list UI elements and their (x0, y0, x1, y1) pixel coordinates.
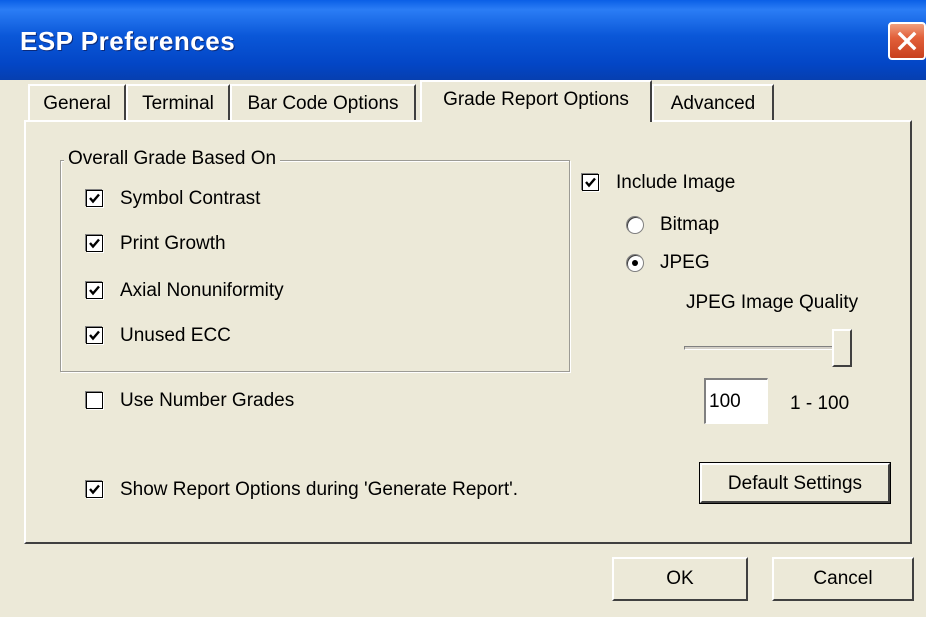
tab-advanced-label: Advanced (670, 93, 756, 114)
bitmap-radio[interactable] (626, 216, 644, 234)
overall-grade-label: Overall Grade Based On (64, 148, 281, 170)
default-settings-label: Default Settings (727, 473, 863, 494)
jpeg-radio[interactable] (626, 254, 644, 272)
tab-general[interactable]: General (28, 84, 126, 120)
print-growth-checkbox[interactable] (86, 235, 103, 252)
tab-terminal[interactable]: Terminal (126, 84, 230, 120)
symbol-contrast-checkbox[interactable] (86, 190, 103, 207)
esp-preferences-dialog: ESP Preferences General Terminal Bar Cod… (0, 0, 926, 617)
use-number-grades-checkbox[interactable] (86, 392, 103, 409)
include-image-label: Include Image (616, 172, 736, 193)
cancel-label: Cancel (813, 568, 873, 589)
axial-nonuniformity-checkbox[interactable] (86, 282, 103, 299)
jpeg-label: JPEG (660, 252, 710, 273)
unused-ecc-checkbox[interactable] (86, 327, 103, 344)
close-button[interactable] (888, 22, 926, 60)
jpeg-quality-label: JPEG Image Quality (686, 292, 859, 313)
tab-grade-report-options-label: Grade Report Options (443, 89, 629, 110)
title-bar[interactable]: ESP Preferences (0, 0, 926, 80)
use-number-grades-label: Use Number Grades (120, 390, 295, 411)
axial-nonuniformity-label: Axial Nonuniformity (120, 280, 284, 301)
default-settings-button[interactable]: Default Settings (699, 462, 891, 504)
tab-bar-code-options[interactable]: Bar Code Options (230, 84, 416, 120)
tab-grade-report-options[interactable]: Grade Report Options (420, 80, 652, 122)
ok-button[interactable]: OK (612, 557, 748, 601)
jpeg-quality-range: 1 - 100 (790, 393, 850, 414)
tab-advanced[interactable]: Advanced (652, 84, 774, 120)
cancel-button[interactable]: Cancel (772, 557, 914, 601)
tab-terminal-label: Terminal (142, 93, 214, 114)
show-report-options-label: Show Report Options during 'Generate Rep… (120, 479, 519, 500)
unused-ecc-label: Unused ECC (120, 325, 231, 346)
show-report-options-checkbox[interactable] (86, 481, 103, 498)
jpeg-quality-input[interactable] (704, 378, 768, 424)
tab-general-label: General (43, 93, 111, 114)
bitmap-label: Bitmap (660, 214, 720, 235)
symbol-contrast-label: Symbol Contrast (120, 188, 261, 209)
include-image-checkbox[interactable] (582, 174, 599, 191)
ok-label: OK (666, 568, 694, 589)
print-growth-label: Print Growth (120, 233, 226, 254)
tab-bar-code-options-label: Bar Code Options (247, 93, 399, 114)
jpeg-quality-slider-track[interactable] (684, 346, 850, 350)
radio-dot (632, 260, 638, 266)
window-title: ESP Preferences (20, 26, 236, 56)
jpeg-quality-slider-thumb[interactable] (832, 329, 852, 367)
